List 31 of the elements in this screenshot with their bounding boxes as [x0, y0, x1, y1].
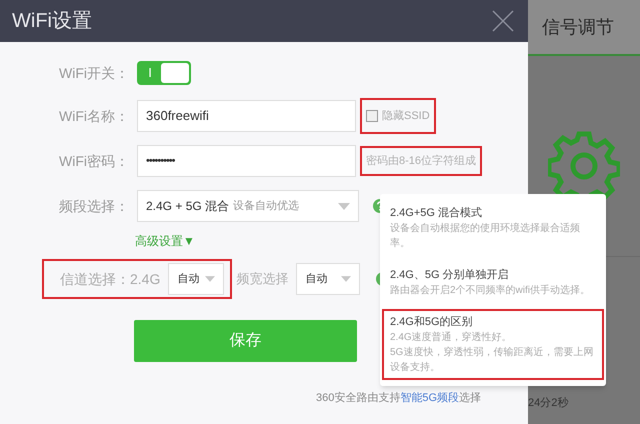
password-input-field[interactable]: ••••••••••: [137, 145, 356, 177]
dropdown-arrow-icon: [341, 276, 352, 282]
field-label: WiFi开关：: [58, 64, 130, 82]
ssid-input-field[interactable]: 360freewifi: [137, 100, 356, 132]
dropdown-arrow-icon: [205, 276, 216, 282]
tooltip-text: 设备会自动根据您的使用环境选择最合适频率。: [390, 222, 581, 251]
tooltip-heading: 2.4G+5G 混合模式: [390, 206, 484, 221]
bandwidth-select[interactable]: 自动: [296, 263, 360, 295]
field-label: WiFi密码：: [58, 152, 130, 170]
dialog-title: WiFi设置: [12, 9, 92, 34]
tooltip-heading: 2.4G和5G的区别: [390, 315, 474, 330]
footer-text: 360安全路由支持: [316, 392, 400, 404]
tooltip-text: 5G速度快，穿透性弱，传输距离近，需要上网设备支持。: [390, 346, 594, 375]
tooltip-text: 路由器会开启2个不同频率的wifi供手动选择。: [390, 284, 592, 298]
close-button[interactable]: [490, 8, 516, 34]
gear-icon: [548, 130, 620, 202]
field-label: WiFi名称：: [58, 106, 130, 126]
channel-select[interactable]: 自动: [168, 263, 224, 295]
footer-text: 选择: [459, 392, 482, 404]
field-label: 信道选择：2.4G: [60, 270, 160, 288]
field-label: 频宽选择: [236, 270, 288, 288]
field-label: 频段选择：: [58, 196, 130, 216]
tooltip-text: 2.4G速度普通，穿透性好。: [390, 330, 513, 345]
status-text: 24分2秒: [528, 397, 568, 409]
password-hint: 密码由8-16位字符组成: [362, 148, 480, 174]
tooltip-heading: 2.4G、5G 分别单独开启: [390, 268, 510, 283]
close-icon: [491, 9, 515, 33]
side-panel-title: 信号调节: [542, 16, 614, 38]
dropdown-arrow-icon: [338, 202, 350, 210]
smart-band-link[interactable]: 智能5G频段: [400, 392, 460, 404]
band-select[interactable]: 2.4G + 5G 混合 设备自动优选: [137, 190, 359, 222]
